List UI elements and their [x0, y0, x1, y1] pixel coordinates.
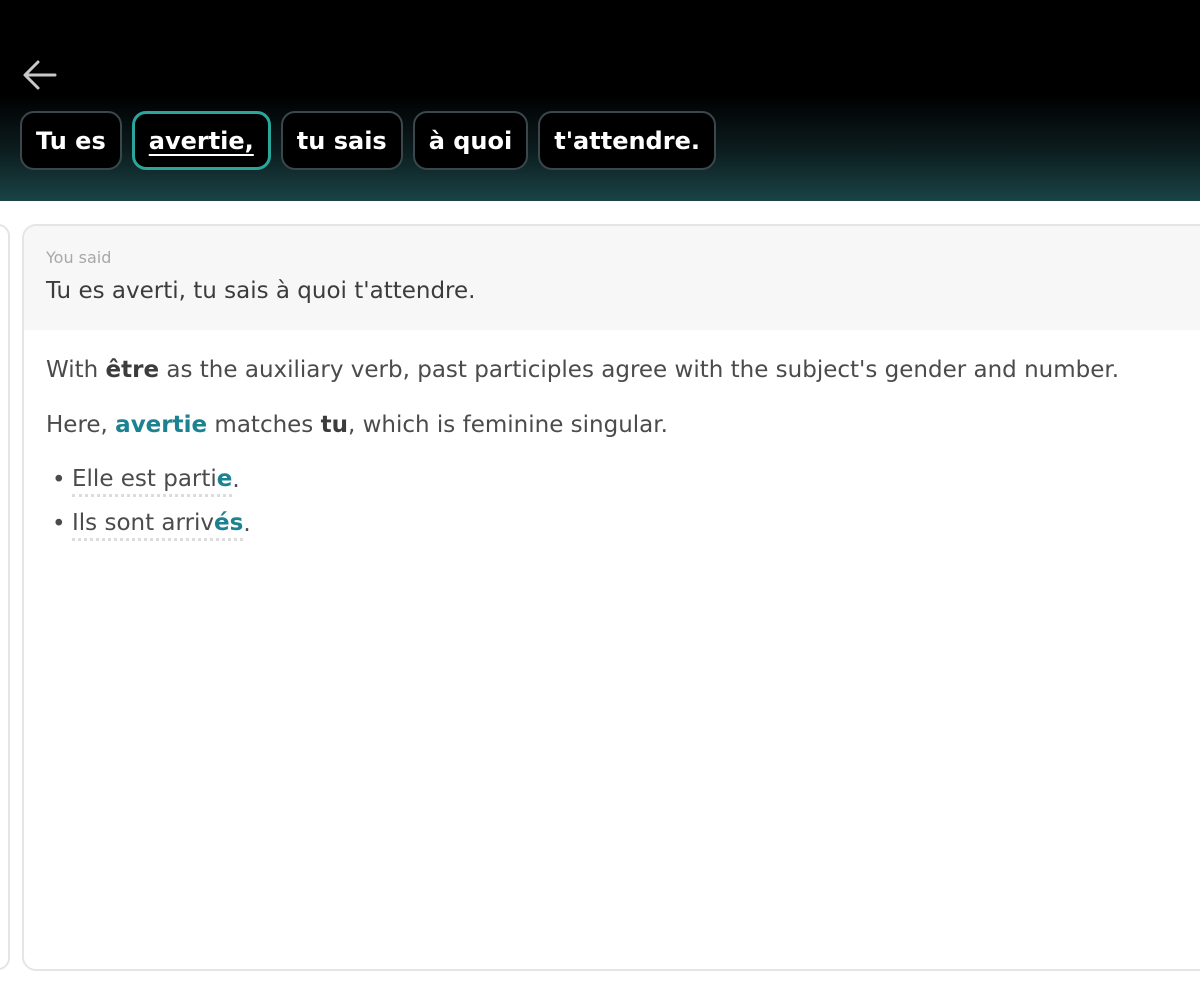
explanation-paragraph-2: Here, avertie matches tu, which is femin…: [46, 412, 668, 438]
word-chip-a-quoi[interactable]: à quoi: [412, 111, 529, 170]
back-button[interactable]: [18, 54, 62, 96]
explanation-body: With être as the auxiliary verb, past pa…: [24, 330, 1200, 541]
bullet-icon: •: [52, 467, 66, 493]
arrow-left-icon: [23, 60, 57, 90]
you-said-label: You said: [46, 248, 112, 267]
you-said-section: You said Tu es averti, tu sais à quoi t'…: [24, 226, 1200, 330]
word-chip-t-attendre[interactable]: t'attendre.: [538, 111, 716, 170]
word-chip-tu-sais[interactable]: tu sais: [280, 111, 403, 170]
previous-card-edge: [0, 224, 10, 970]
example-sentence-1[interactable]: Elle est partie: [72, 464, 233, 497]
explanation-card: You said Tu es averti, tu sais à quoi t'…: [22, 224, 1200, 971]
bullet-icon: •: [52, 511, 66, 537]
explanation-paragraph-1: With être as the auxiliary verb, past pa…: [46, 357, 1120, 383]
word-chip-avertie[interactable]: avertie,: [131, 111, 271, 170]
you-said-text: Tu es averti, tu sais à quoi t'attendre.: [46, 278, 476, 304]
sentence-chips: Tu es avertie, tu sais à quoi t'attendre…: [20, 111, 716, 170]
example-sentence-2[interactable]: Ils sont arrivés: [72, 508, 244, 541]
list-item: • Ils sont arrivés.: [46, 508, 1200, 541]
list-item: • Elle est partie.: [46, 464, 1200, 497]
example-list: • Elle est partie. • Ils sont arrivés.: [46, 464, 1200, 541]
header-bar: Tu es avertie, tu sais à quoi t'attendre…: [0, 0, 1200, 201]
word-chip-tu-es[interactable]: Tu es: [20, 111, 122, 170]
